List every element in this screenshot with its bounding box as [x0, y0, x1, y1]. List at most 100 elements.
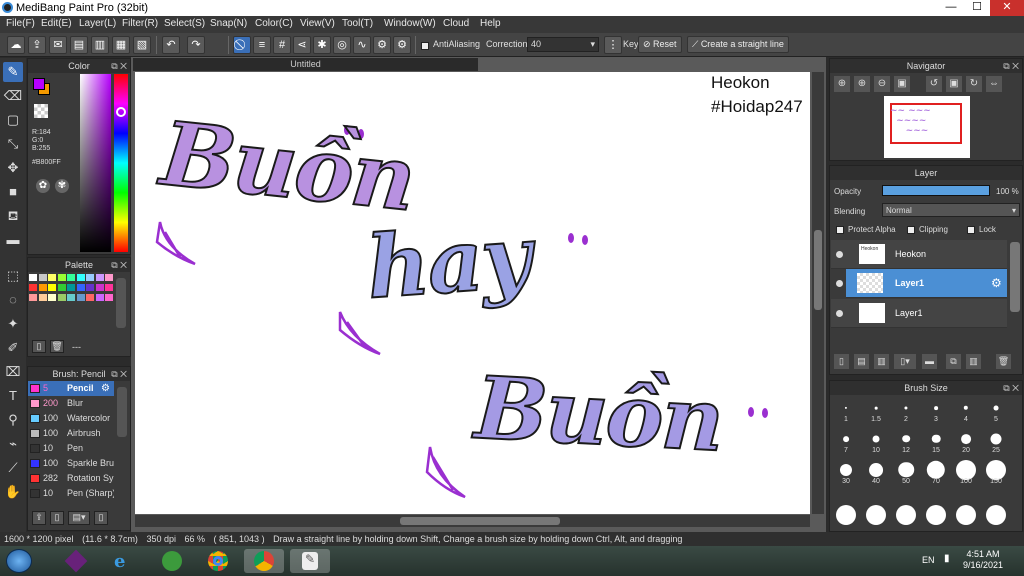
palette-swatch[interactable] — [76, 284, 85, 291]
menu-layer[interactable]: Layer(L) — [79, 18, 116, 29]
palette-swatch[interactable] — [57, 274, 66, 281]
palette-swatch[interactable] — [86, 294, 94, 301]
palette-swatch[interactable] — [67, 284, 75, 291]
palette-swatch[interactable] — [29, 294, 37, 301]
reset-view-icon[interactable]: ▣ — [946, 76, 962, 92]
curve-snap-icon[interactable]: ∿ — [353, 36, 371, 54]
fit-view-icon[interactable]: ▣ — [894, 76, 910, 92]
folder-icon[interactable]: ▬ — [922, 354, 937, 369]
brush-size-option[interactable] — [921, 503, 951, 530]
palette-swatch[interactable] — [95, 274, 104, 281]
zoom-in-icon[interactable]: ⊕ — [854, 76, 870, 92]
menu-color[interactable]: Color(C) — [255, 18, 293, 29]
close-button[interactable]: ✕ — [990, 0, 1024, 16]
expand-icon[interactable]: ⋮ — [604, 36, 622, 54]
menu-edit[interactable]: Edit(E) — [41, 18, 72, 29]
blending-select[interactable]: Normal ▾ — [882, 203, 1020, 217]
brush-size-option[interactable]: 3 — [921, 396, 951, 423]
palette-swatch[interactable] — [38, 274, 47, 281]
brush-list-item[interactable]: 5 Pencil ⚙ — [28, 381, 114, 396]
opacity-slider[interactable] — [882, 185, 990, 196]
merge-icon[interactable]: ⧉ — [946, 354, 961, 369]
gradient-tool-icon[interactable]: ▬ — [3, 230, 23, 250]
eyedropper-icon[interactable]: ⌁ — [3, 434, 23, 454]
menu-filter[interactable]: Filter(R) — [122, 18, 158, 29]
new-palette-icon[interactable]: ▯ — [32, 340, 46, 353]
palette-swatch[interactable] — [86, 284, 94, 291]
rotate-left-icon[interactable]: ↺ — [926, 76, 942, 92]
brush-size-option[interactable]: 1 — [831, 396, 861, 423]
language-indicator[interactable]: EN — [922, 555, 935, 565]
undo-icon[interactable]: ↶ — [162, 36, 180, 54]
protect-alpha-checkbox[interactable] — [836, 226, 844, 234]
brush-menu-icon[interactable]: ▤▾ — [68, 511, 90, 525]
brush-size-option[interactable]: 2 — [891, 396, 921, 423]
transparent-swatch[interactable] — [34, 104, 48, 118]
layer-scrollbar[interactable] — [1010, 242, 1020, 312]
palette-swatch[interactable] — [38, 294, 47, 301]
menu-tool[interactable]: Tool(T) — [342, 18, 373, 29]
brush-size-option[interactable]: 150 — [981, 458, 1011, 485]
new-halftone-layer-icon[interactable]: ▤ — [854, 354, 869, 369]
layer-row-selected[interactable]: Layer1 ⚙ — [846, 269, 1007, 298]
correction-select[interactable]: 40 ▾ — [527, 37, 599, 52]
brush-size-option[interactable]: 1.5 — [861, 396, 891, 423]
layer-row[interactable]: Heokon Heokon — [831, 240, 1007, 269]
brush-size-option[interactable]: 15 — [921, 427, 951, 454]
brush-size-option[interactable]: 40 — [861, 458, 891, 485]
text-tool-icon[interactable]: T — [3, 386, 23, 406]
cross-snap-icon[interactable]: # — [273, 36, 291, 54]
brush-list-item[interactable]: 10 Pen (Sharp) — [28, 486, 114, 501]
palette-swatch[interactable] — [105, 274, 113, 281]
layer-add-menu-icon[interactable]: ▯▾ — [894, 354, 916, 369]
magic-wand-icon[interactable]: ✦ — [3, 314, 23, 334]
menu-snap[interactable]: Snap(N) — [210, 18, 247, 29]
menu-window[interactable]: Window(W) — [384, 18, 436, 29]
chrome-active-taskbar-icon[interactable] — [244, 549, 284, 573]
document-icon[interactable]: ▥ — [91, 36, 109, 54]
brush-tool-icon[interactable]: ✎ — [3, 62, 23, 82]
circle-snap-icon[interactable]: ◎ — [333, 36, 351, 54]
palette-swatch[interactable] — [29, 284, 37, 291]
panel-controls-icon[interactable]: ⧉ ✕ — [111, 59, 127, 73]
brush-size-option[interactable] — [891, 503, 921, 530]
brush-size-option[interactable]: 12 — [891, 427, 921, 454]
lock-checkbox[interactable] — [967, 226, 975, 234]
menu-file[interactable]: File(F) — [6, 18, 35, 29]
vertical-scroll-thumb[interactable] — [814, 230, 822, 310]
cloud-icon[interactable]: ☁ — [7, 36, 25, 54]
palette-swatch[interactable] — [38, 284, 47, 291]
internet-explorer-taskbar-icon[interactable]: e — [104, 549, 144, 573]
visibility-icon[interactable] — [836, 251, 843, 258]
visibility-icon[interactable] — [836, 310, 843, 317]
palette-swatch[interactable] — [105, 294, 113, 301]
radial-snap-icon[interactable]: ✱ — [313, 36, 331, 54]
palette-icon[interactable]: ✿ — [36, 179, 50, 193]
brush-scrollbar[interactable] — [117, 387, 127, 437]
brush-size-option[interactable]: 50 — [891, 458, 921, 485]
palette-swatch[interactable] — [95, 284, 104, 291]
select-pen-icon[interactable]: ✐ — [3, 338, 23, 358]
palette-swatch[interactable] — [67, 274, 75, 281]
brush-size-option[interactable]: 30 — [831, 458, 861, 485]
redo-icon[interactable]: ↷ — [187, 36, 205, 54]
select-eraser-icon[interactable]: ⌧ — [3, 362, 23, 382]
brush-list-item[interactable]: 100 Sparkle Brush — [28, 456, 114, 471]
color-history-icon[interactable]: ✾ — [55, 179, 69, 193]
grid-view-icon[interactable]: ▦ — [112, 36, 130, 54]
bucket-tool-icon[interactable]: ⛾ — [3, 206, 23, 226]
hue-slider[interactable] — [114, 74, 128, 252]
menu-select[interactable]: Select(S) — [164, 18, 205, 29]
clipping-checkbox[interactable] — [907, 226, 915, 234]
medibang-taskbar-icon[interactable]: ✎ — [290, 549, 330, 573]
menu-view[interactable]: View(V) — [300, 18, 335, 29]
snap-settings-icon[interactable]: ⚙ — [373, 36, 391, 54]
trash-icon[interactable]: 🗑 — [50, 340, 64, 353]
palette-swatch[interactable] — [76, 274, 85, 281]
palette-swatch[interactable] — [48, 294, 56, 301]
rotate-right-icon[interactable]: ↻ — [966, 76, 982, 92]
hue-handle[interactable] — [116, 107, 126, 117]
add-brush-icon[interactable]: ⇪ — [32, 511, 46, 525]
brush-size-option[interactable]: 5 — [981, 396, 1011, 423]
brush-size-option[interactable]: 4 — [951, 396, 981, 423]
